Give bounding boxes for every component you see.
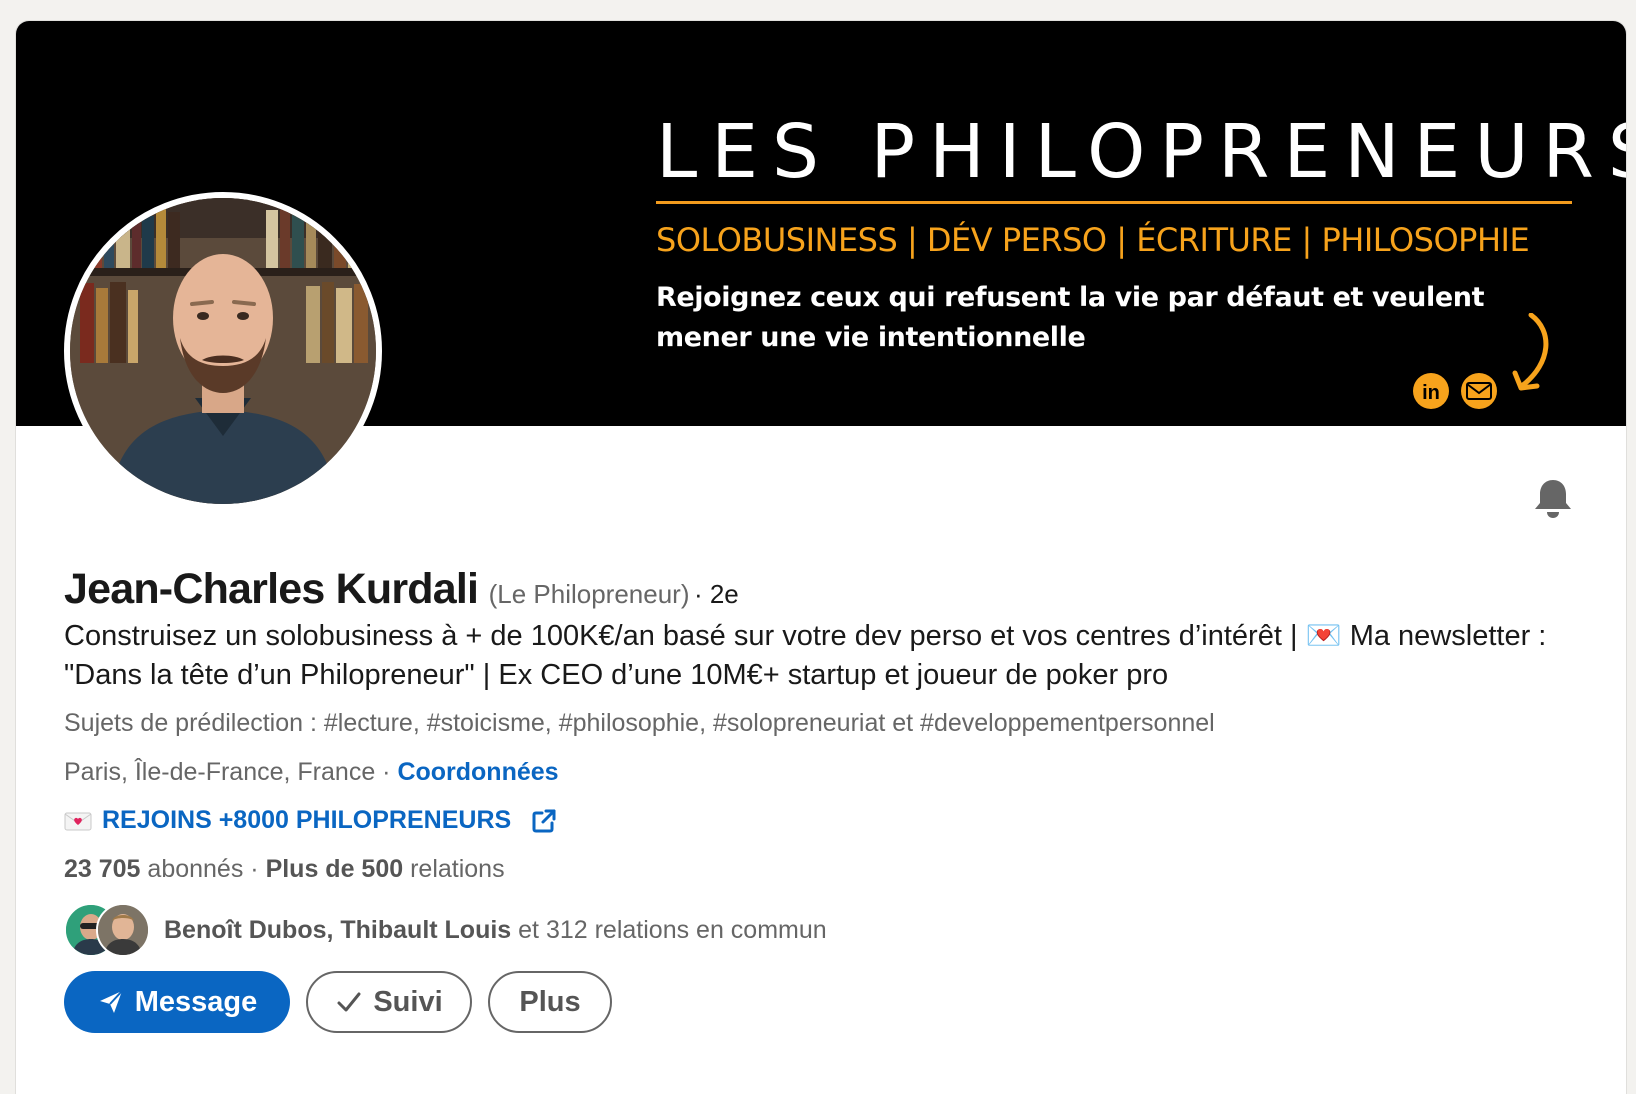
name-row: Jean-Charles Kurdali (Le Philopreneur) ·… <box>64 565 739 614</box>
stats-separator: · <box>243 855 266 883</box>
svg-text:in: in <box>1422 382 1440 404</box>
followers-label: abonnés <box>140 855 244 883</box>
followers-count: 23 705 <box>64 855 141 883</box>
banner-icons: in <box>1413 313 1549 409</box>
profile-name: Jean-Charles Kurdali <box>64 565 479 613</box>
send-icon <box>99 990 123 1013</box>
profile-photo[interactable] <box>64 192 382 510</box>
bell-icon[interactable] <box>1531 476 1575 520</box>
linkedin-icon: in <box>1413 373 1449 409</box>
mutual-avatars <box>64 903 152 957</box>
banner-tagline: SOLOBUSINESS | DÉV PERSO | ÉCRITURE | PH… <box>656 221 1530 259</box>
following-button-label: Suivi <box>373 985 443 1018</box>
following-button[interactable]: Suivi <box>306 971 472 1033</box>
contact-info-link[interactable]: Coordonnées <box>397 758 558 786</box>
profile-topics: Sujets de prédilection : #lecture, #stoi… <box>64 709 1215 737</box>
mutual-names: Benoît Dubos, Thibault Louis <box>164 915 512 944</box>
profile-actions: Message Suivi Plus <box>64 971 612 1033</box>
connections-count[interactable]: Plus de 500 <box>266 855 404 883</box>
location-separator: · <box>375 758 398 786</box>
profile-headline: Construisez un solobusiness à + de 100K€… <box>64 620 1547 691</box>
connection-degree: · 2e <box>693 579 739 609</box>
mutual-suffix: et 312 relations en commun <box>511 915 827 944</box>
message-button-label: Message <box>134 985 258 1018</box>
profile-photo-image <box>70 198 376 504</box>
profile-location: Paris, Île-de-France, France <box>64 758 376 786</box>
more-button[interactable]: Plus <box>488 971 612 1033</box>
curved-arrow-icon <box>1512 313 1549 391</box>
message-button[interactable]: Message <box>64 971 290 1033</box>
location-row: Paris, Île-de-France, France · Coordonné… <box>64 758 559 787</box>
mutual-connections[interactable]: Benoît Dubos, Thibault Louis et 312 rela… <box>64 903 827 957</box>
checkmark-icon <box>337 992 361 1012</box>
more-button-label: Plus <box>519 985 581 1018</box>
profile-card: LES PHILOPRENEURS SOLOBUSINESS | DÉV PER… <box>15 20 1627 1094</box>
website-link[interactable]: REJOINS +8000 PHILOPRENEURS <box>64 806 557 835</box>
banner-divider <box>656 201 1572 204</box>
profile-nickname: (Le Philopreneur) <box>488 579 690 609</box>
mutual-text: Benoît Dubos, Thibault Louis et 312 rela… <box>164 916 827 945</box>
envelope-icon <box>1461 373 1497 409</box>
avatar <box>96 903 150 957</box>
external-link-icon <box>532 809 556 832</box>
love-letter-icon <box>64 812 92 830</box>
banner-title: LES PHILOPRENEURS <box>656 109 1627 195</box>
stats-row: 23 705 abonnés · Plus de 500 relations <box>64 855 505 884</box>
connections-label: relations <box>403 855 505 883</box>
website-label: REJOINS +8000 PHILOPRENEURS <box>102 806 512 834</box>
